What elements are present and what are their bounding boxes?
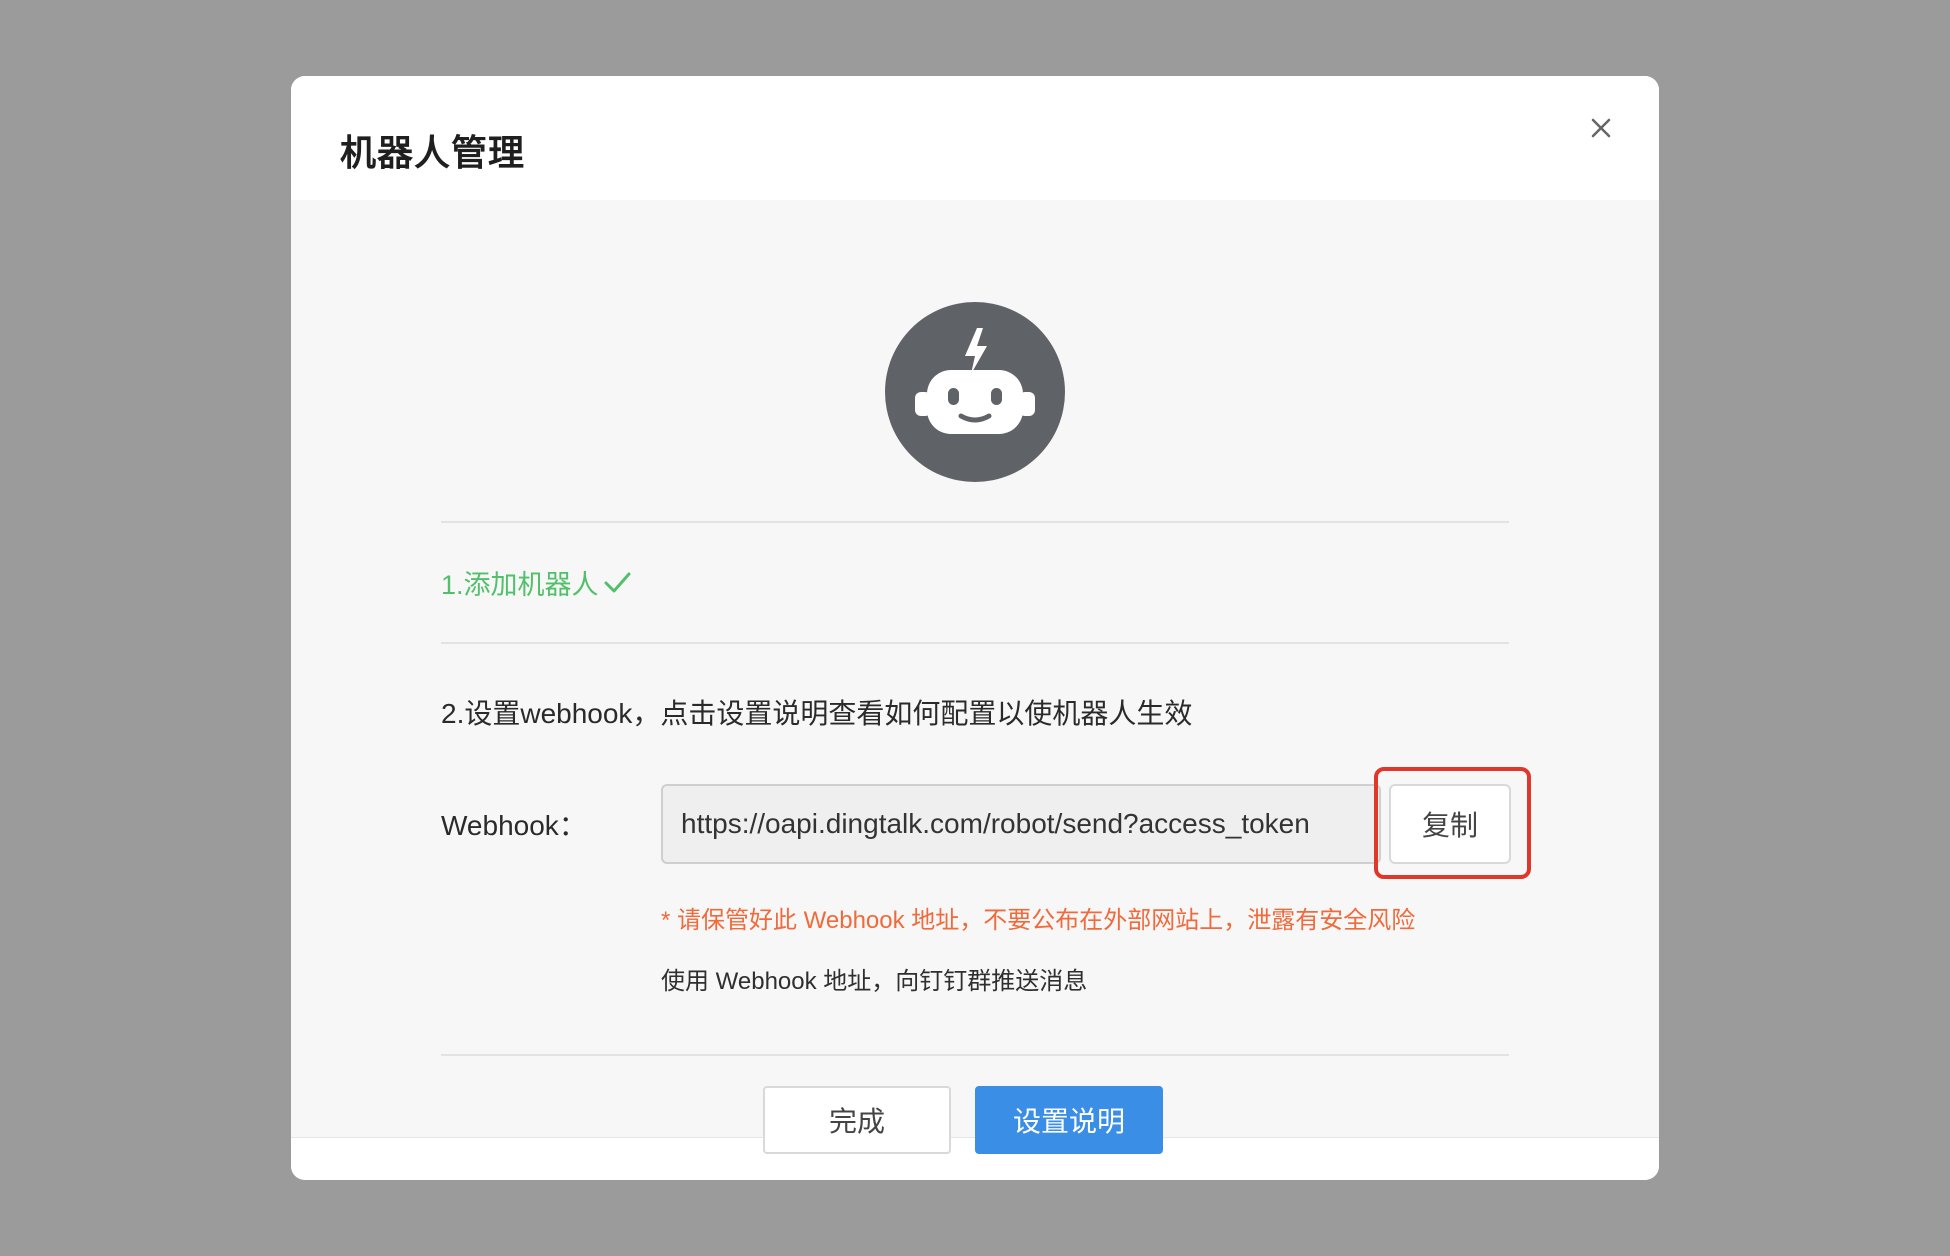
done-button[interactable]: 完成 [763, 1086, 951, 1154]
step2-label: 2.设置webhook，点击设置说明查看如何配置以使机器人生效 [441, 698, 1193, 729]
webhook-url-field[interactable] [661, 784, 1381, 864]
webhook-label: Webhook： [441, 810, 587, 841]
step1-row: 1.添加机器人 [441, 563, 632, 602]
step1-label: 1.添加机器人 [441, 570, 599, 600]
checkmark-icon [604, 572, 631, 592]
webhook-hint: 使用 Webhook 地址，向钉钉群推送消息 [661, 968, 1088, 995]
copy-button[interactable]: 复制 [1389, 784, 1511, 864]
dialog-header: 机器人管理 [291, 76, 1659, 200]
close-icon[interactable] [1581, 108, 1621, 148]
dialog-title: 机器人管理 [340, 132, 526, 173]
divider [441, 642, 1509, 644]
dialog-body: 1.添加机器人 2.设置webhook，点击设置说明查看如何配置以使机器人生效 … [291, 200, 1659, 1138]
setup-instructions-button[interactable]: 设置说明 [975, 1086, 1163, 1154]
divider [441, 1054, 1509, 1056]
robot-icon [885, 302, 1065, 482]
divider [441, 521, 1509, 523]
security-warning: * 请保管好此 Webhook 地址，不要公布在外部网站上，泄露有安全风险 [661, 907, 1416, 934]
robot-management-dialog: 机器人管理 1.添加机器人 2.设置webhook，点击设置说明查看如何配置以使… [291, 76, 1659, 1180]
